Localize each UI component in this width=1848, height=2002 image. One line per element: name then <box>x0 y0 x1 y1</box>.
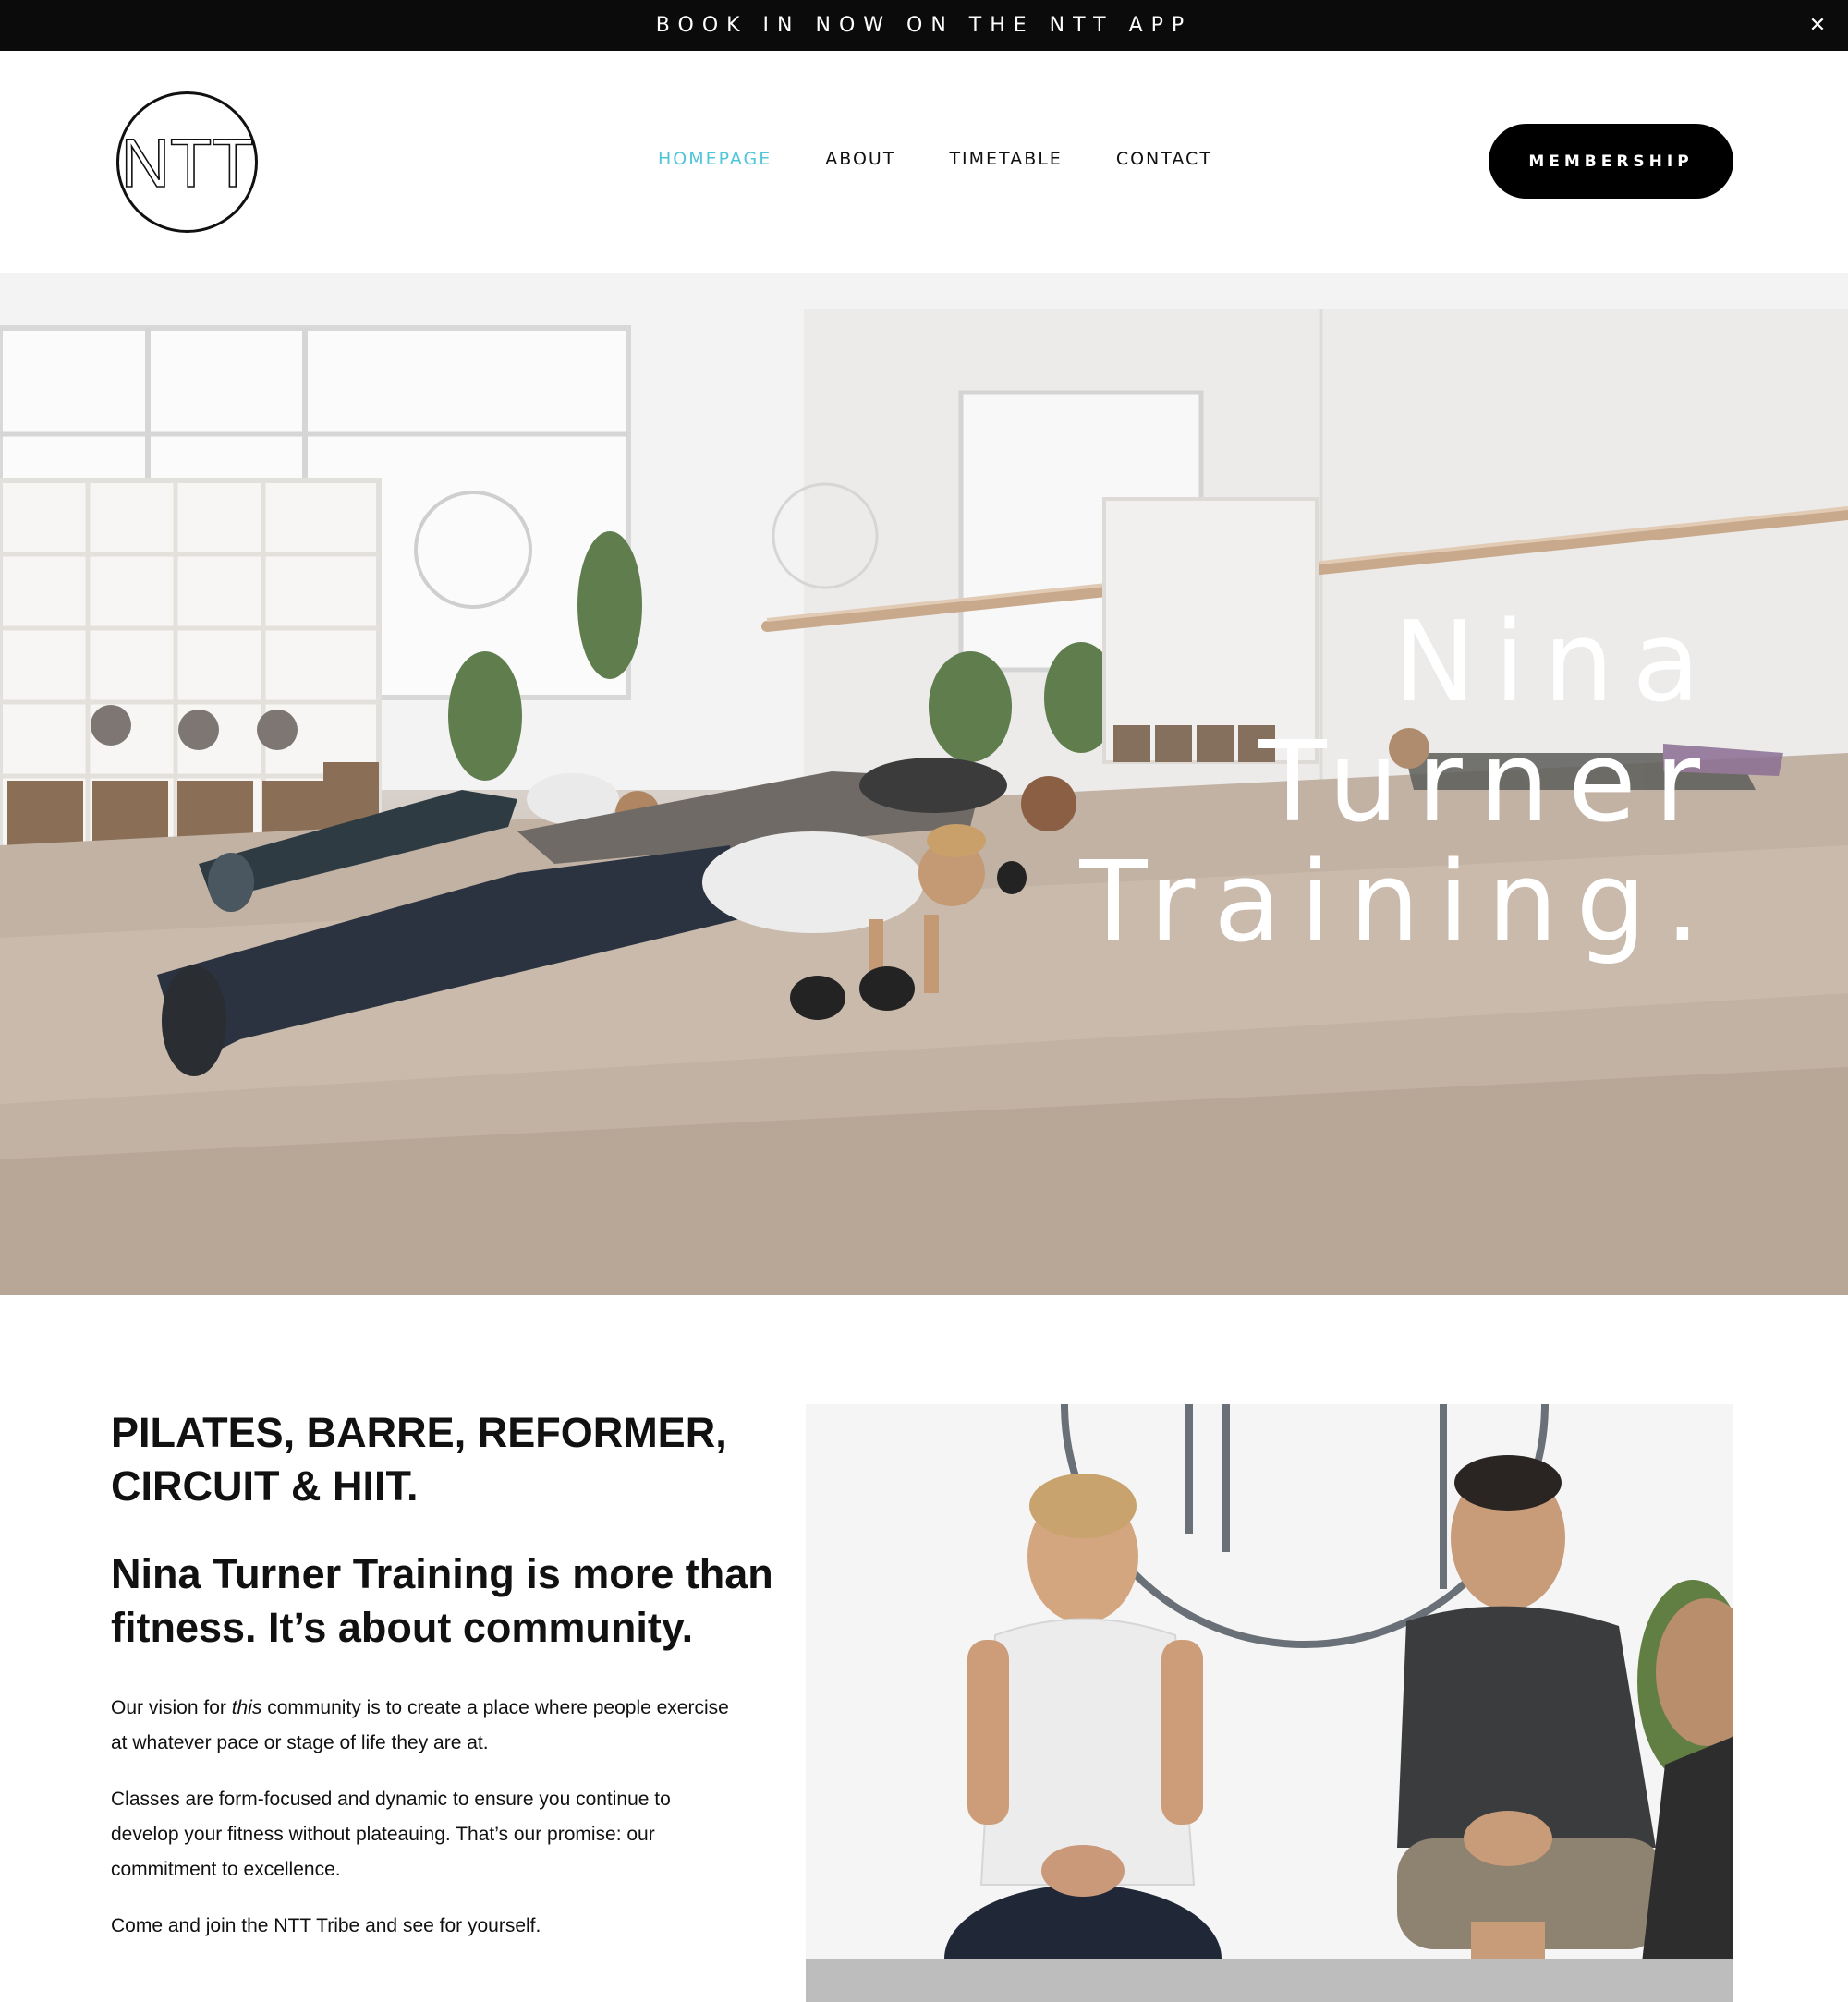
close-icon[interactable]: ✕ <box>1804 11 1831 39</box>
main-nav: HOMEPAGE ABOUT TIMETABLE CONTACT <box>658 149 1212 169</box>
nav-about[interactable]: ABOUT <box>825 149 895 169</box>
nav-homepage[interactable]: HOMEPAGE <box>658 149 772 169</box>
hero-section: Nina Turner Training. <box>0 273 1848 1295</box>
paragraph-1-start: Our vision for <box>111 1697 232 1718</box>
intro-paragraph-2: Classes are form-focused and dynamic to … <box>111 1789 671 1880</box>
hero-title: Nina Turner Training. <box>1079 603 1719 964</box>
announcement-text[interactable]: BOOK IN NOW ON THE NTT APP <box>656 14 1192 37</box>
intro-body: Our vision for this community is to crea… <box>111 1691 730 1965</box>
nav-timetable[interactable]: TIMETABLE <box>949 149 1062 169</box>
community-photo-image <box>806 1404 1732 2002</box>
community-heading: Nina Turner Training is more than fitnes… <box>111 1550 773 1651</box>
intro-section: PILATES, BARRE, REFORMER, CIRCUIT & HIIT… <box>0 1295 1848 2002</box>
intro-paragraph-3: Come and join the NTT Tribe and see for … <box>111 1915 541 1936</box>
intro-paragraph-1: Our vision for this community is to crea… <box>111 1691 730 1761</box>
hero-title-line-3: Training. <box>1079 839 1719 967</box>
classes-heading: PILATES, BARRE, REFORMER, CIRCUIT & HIIT… <box>111 1409 727 1510</box>
logo-text: NTT <box>121 125 254 201</box>
site-header: NTT HOMEPAGE ABOUT TIMETABLE CONTACT MEM… <box>0 51 1848 273</box>
logo-mark: NTT <box>116 91 258 233</box>
membership-button[interactable]: MEMBERSHIP <box>1489 124 1733 199</box>
community-photo <box>806 1404 1732 2002</box>
hero-title-line-1: Nina <box>1392 599 1719 727</box>
ntt-logo[interactable]: NTT <box>116 91 259 234</box>
nav-contact[interactable]: CONTACT <box>1116 149 1212 169</box>
hero-title-line-2: Turner <box>1258 719 1719 847</box>
announcement-bar: BOOK IN NOW ON THE NTT APP ✕ <box>0 0 1848 51</box>
paragraph-1-emphasis: this <box>231 1697 262 1718</box>
